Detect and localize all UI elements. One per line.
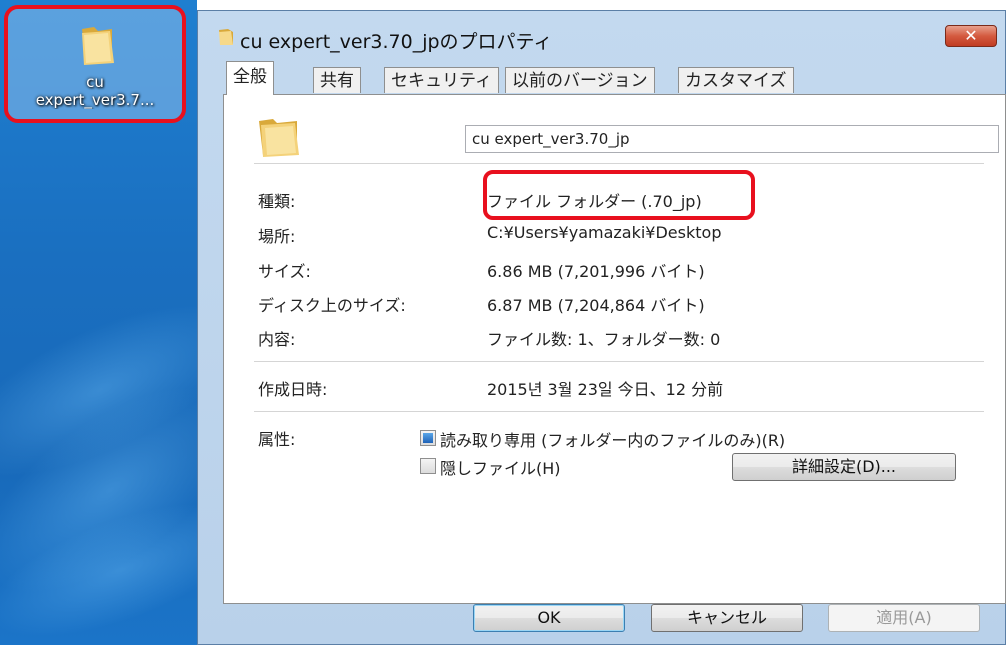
- separator: [254, 361, 984, 362]
- desktop-folder-icon-item[interactable]: cu expert_ver3.7...: [4, 5, 186, 123]
- tab-security[interactable]: セキュリティ: [384, 67, 499, 93]
- apply-button[interactable]: 適用(A): [828, 604, 980, 632]
- separator: [254, 163, 984, 164]
- desktop-folder-label-text: cu expert_ver3.7...: [35, 73, 155, 109]
- tab-previous-versions[interactable]: 以前のバージョン: [505, 67, 655, 93]
- created-label: 作成日時:: [258, 380, 328, 399]
- close-button[interactable]: ✕: [945, 25, 997, 47]
- location-value: C:¥Users¥yamazaki¥Desktop: [487, 223, 722, 242]
- folder-name-field[interactable]: cu expert_ver3.70_jp: [465, 125, 999, 153]
- ok-button[interactable]: OK: [473, 604, 625, 632]
- desktop-folder-label: cu expert_ver3.7...: [8, 73, 182, 109]
- title-bar[interactable]: cu expert_ver3.70_jpのプロパティ ✕: [198, 11, 1005, 63]
- hidden-checkbox[interactable]: [420, 458, 436, 474]
- advanced-button[interactable]: 詳細設定(D)...: [732, 453, 956, 481]
- hidden-label[interactable]: 隠しファイル(H): [440, 455, 561, 479]
- disk-size-value: 6.87 MB (7,204,864 バイト): [487, 296, 705, 315]
- large-folder-icon: [257, 115, 301, 161]
- general-panel: cu expert_ver3.70_jp 種類: ファイル フォルダー (.70…: [223, 94, 1006, 604]
- window-title: cu expert_ver3.70_jpのプロパティ: [240, 31, 553, 53]
- attributes-label: 属性:: [258, 430, 296, 449]
- readonly-checkbox[interactable]: [420, 430, 436, 446]
- type-label: 種類:: [258, 192, 296, 211]
- location-label: 場所:: [258, 227, 296, 246]
- separator: [254, 411, 984, 412]
- tab-customize[interactable]: カスタマイズ: [678, 67, 794, 93]
- folder-icon: [76, 23, 120, 71]
- contents-label: 内容:: [258, 330, 296, 349]
- properties-dialog: cu expert_ver3.70_jpのプロパティ ✕ 全般 共有 セキュリテ…: [197, 10, 1006, 645]
- created-value: 2015년 3월 23일 今日、12 分前: [487, 380, 724, 399]
- tab-sharing[interactable]: 共有: [313, 67, 361, 93]
- disk-size-label: ディスク上のサイズ:: [258, 296, 406, 315]
- tab-general[interactable]: 全般: [226, 61, 274, 95]
- contents-value: ファイル数: 1、フォルダー数: 0: [487, 330, 721, 349]
- size-value: 6.86 MB (7,201,996 バイト): [487, 262, 705, 281]
- folder-icon: [218, 28, 234, 50]
- readonly-label[interactable]: 読み取り専用 (フォルダー内のファイルのみ)(R): [440, 427, 785, 451]
- size-label: サイズ:: [258, 262, 311, 281]
- highlight-annotation: [483, 170, 755, 220]
- desktop: cu expert_ver3.7...: [0, 0, 197, 645]
- cancel-button[interactable]: キャンセル: [651, 604, 803, 632]
